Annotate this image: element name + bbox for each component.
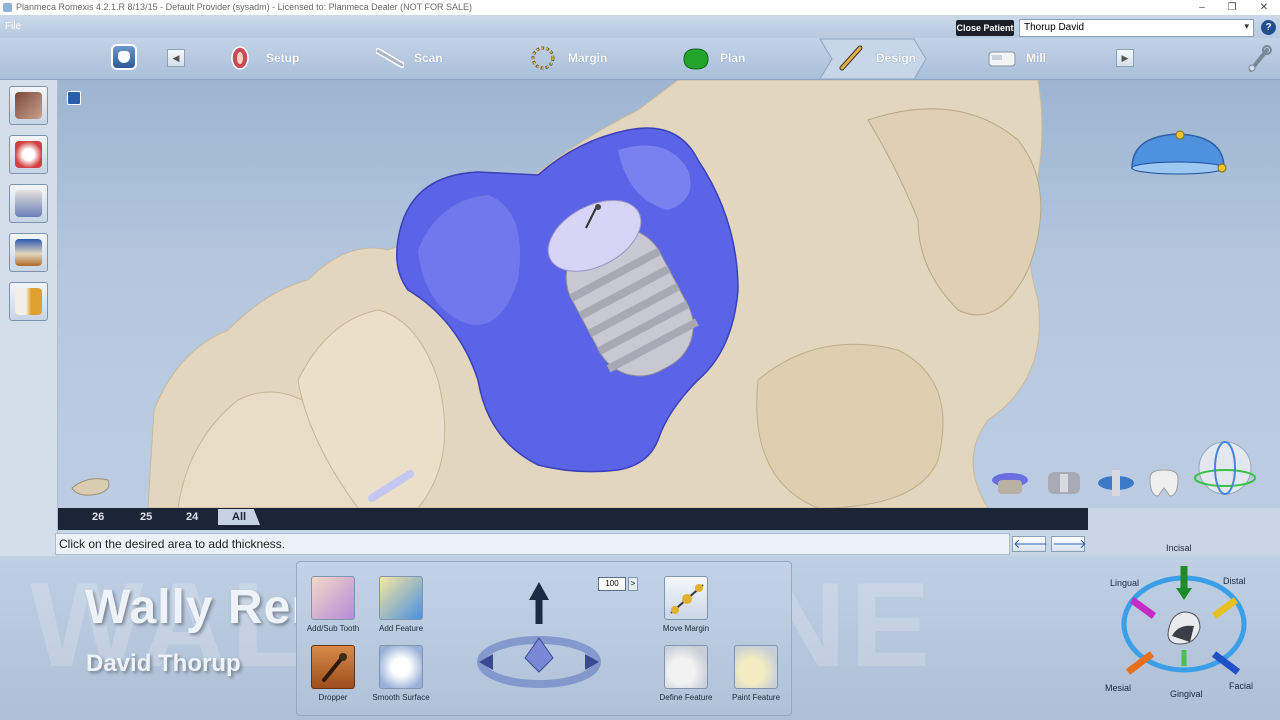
bite-icon xyxy=(15,141,42,168)
paint-feature-tool[interactable]: Paint Feature xyxy=(718,645,794,702)
presenter-subtitle: David Thorup xyxy=(86,650,241,677)
setup-icon xyxy=(228,45,256,71)
patient-select[interactable]: Thorup David ▾ xyxy=(1019,19,1254,37)
smooth-surface-tool[interactable]: Smooth Surface xyxy=(363,645,439,702)
orient-label-incisal: Incisal xyxy=(1166,543,1192,553)
step-label-setup: Setup xyxy=(266,51,300,65)
step-label-design: Design xyxy=(876,51,917,65)
workflow-bar: ◀ Setup Scan Margin Plan Design Mill ▶ xyxy=(0,38,1280,80)
close-window-button[interactable]: ✕ xyxy=(1250,0,1278,16)
crown-view-icon[interactable] xyxy=(988,468,1032,498)
define-feature-tool[interactable]: Define Feature xyxy=(648,645,724,702)
workflow-next-button[interactable]: ▶ xyxy=(1116,49,1134,67)
insertion-axis-button[interactable] xyxy=(9,184,48,223)
add-tooth-label: Add/Sub Tooth xyxy=(306,624,360,633)
margin-icon xyxy=(530,45,558,71)
step-label-scan: Scan xyxy=(414,51,443,65)
move-margin-label: Move Margin xyxy=(662,624,710,633)
jaw-arch-icon xyxy=(15,92,42,119)
home-icon[interactable] xyxy=(111,44,137,70)
tools-wrench-icon[interactable] xyxy=(1245,44,1273,74)
workflow-prev-button[interactable]: ◀ xyxy=(167,49,185,67)
rotate-gyro-icon[interactable] xyxy=(1192,438,1258,498)
add-tooth-tool[interactable]: Add/Sub Tooth xyxy=(295,576,371,633)
workflow-step-margin[interactable]: Margin xyxy=(530,45,607,71)
insertion-axis-icon xyxy=(15,190,42,217)
add-feature-icon xyxy=(379,576,423,620)
workflow-step-design[interactable]: Design xyxy=(838,45,916,71)
tab-tooth-26[interactable]: 26 xyxy=(92,511,104,523)
left-toolbar xyxy=(0,80,58,556)
step-label-margin: Margin xyxy=(568,51,608,65)
orientation-wheel: Incisal Lingual Distal Mesial Gingival F… xyxy=(1088,530,1280,720)
smooth-surface-icon xyxy=(379,645,423,689)
tooth-view-icon[interactable] xyxy=(1146,468,1182,498)
define-feature-icon xyxy=(664,645,708,689)
cross-section-button[interactable] xyxy=(9,282,48,321)
paint-feature-label: Paint Feature xyxy=(731,693,781,702)
implant-axis-view-icon[interactable] xyxy=(1096,468,1136,498)
paint-feature-icon xyxy=(734,645,778,689)
thickness-increase-button[interactable]: > xyxy=(628,577,638,591)
cross-section-icon xyxy=(15,288,42,315)
maximize-button[interactable]: ❐ xyxy=(1218,0,1246,16)
design-pencil-icon xyxy=(838,45,866,71)
abutment-view-icon[interactable] xyxy=(1044,468,1084,498)
add-tooth-icon xyxy=(311,576,355,620)
workflow-step-mill[interactable]: Mill xyxy=(988,45,1046,71)
tooth-tabs: 26 25 24 All xyxy=(58,508,1088,530)
mill-icon xyxy=(988,45,1016,71)
dental-model[interactable] xyxy=(58,80,1280,508)
jaw-view-button[interactable] xyxy=(9,86,48,125)
menu-file[interactable]: File xyxy=(5,21,21,32)
view-orientation-dome-icon[interactable] xyxy=(1128,128,1228,178)
title-bar: Planmeca Romexis 4.2.1.R 8/13/15 - Defau… xyxy=(0,0,1280,16)
move-margin-tool[interactable]: Move Margin xyxy=(648,576,724,633)
thickness-direction-control[interactable] xyxy=(473,576,603,704)
workflow-step-scan[interactable]: Scan xyxy=(375,45,443,71)
status-message: Click on the desired area to add thickne… xyxy=(55,533,1010,555)
undo-arrow-button[interactable]: 🡐 xyxy=(1012,536,1048,552)
plan-icon xyxy=(682,45,710,71)
tab-tooth-25[interactable]: 25 xyxy=(140,511,152,523)
app-icon xyxy=(3,3,12,12)
dropper-tool[interactable]: Dropper xyxy=(295,645,371,702)
orientation-ring[interactable] xyxy=(1114,554,1254,684)
chevron-down-icon: ▾ xyxy=(1244,21,1249,31)
minimize-button[interactable]: ‒ xyxy=(1188,0,1216,16)
dropper-label: Dropper xyxy=(318,693,348,702)
workflow-step-plan[interactable]: Plan xyxy=(682,45,745,71)
tab-all[interactable]: All xyxy=(218,509,261,525)
thickness-value-input[interactable]: 100 xyxy=(598,577,626,591)
dropper-icon xyxy=(311,645,355,689)
workflow-step-setup[interactable]: Setup xyxy=(228,45,299,71)
bite-view-button[interactable] xyxy=(9,135,48,174)
crown-icon xyxy=(15,239,42,266)
orient-label-gingival: Gingival xyxy=(1170,689,1203,699)
add-feature-label: Add Feature xyxy=(378,624,424,633)
window-title: Planmeca Romexis 4.2.1.R 8/13/15 - Defau… xyxy=(16,2,473,12)
add-feature-tool[interactable]: Add Feature xyxy=(363,576,439,633)
scanner-icon xyxy=(375,45,405,71)
step-label-mill: Mill xyxy=(1026,51,1046,65)
crown-view-button[interactable] xyxy=(9,233,48,272)
close-patient-button[interactable]: Close Patient xyxy=(956,20,1014,36)
model-viewport[interactable] xyxy=(58,80,1280,508)
help-icon[interactable]: ? xyxy=(1261,20,1276,35)
patient-name: Thorup David xyxy=(1024,22,1085,33)
tab-tooth-24[interactable]: 24 xyxy=(186,511,198,523)
redo-arrow-button[interactable]: 🡒 xyxy=(1051,536,1087,552)
move-margin-icon xyxy=(664,576,708,620)
smooth-surface-label: Smooth Surface xyxy=(372,693,430,702)
orient-label-mesial: Mesial xyxy=(1105,683,1132,693)
define-feature-label: Define Feature xyxy=(659,693,713,702)
step-label-plan: Plan xyxy=(720,51,746,65)
